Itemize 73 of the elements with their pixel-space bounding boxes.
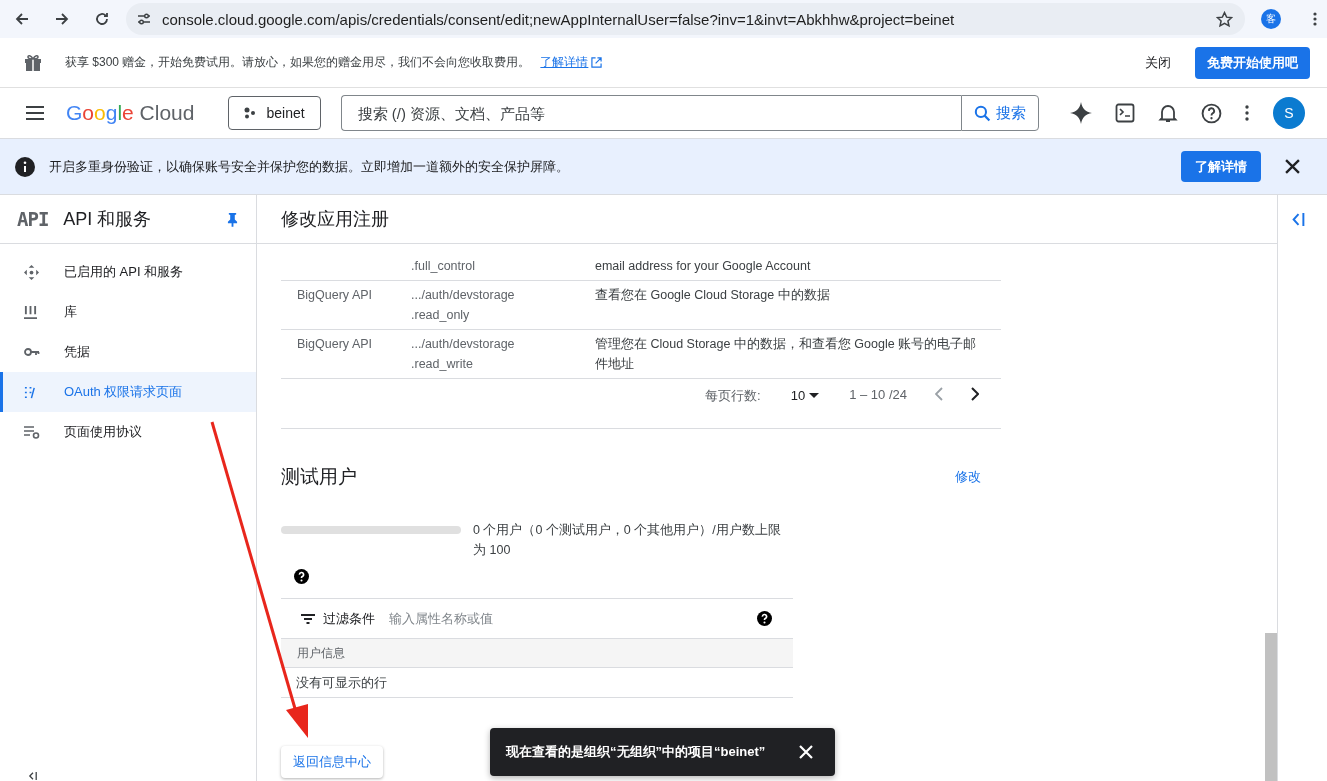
api-logo: API [17, 208, 49, 230]
table-cell-text: 查看您在 Google Cloud Storage 中的数据 [595, 287, 831, 304]
terminal-icon[interactable] [1115, 103, 1135, 123]
more-icon[interactable] [1245, 105, 1249, 121]
rows-per-page-select[interactable]: 10 [790, 387, 820, 403]
promo-text: 获享 $300 赠金，开始免费试用。请放心，如果您的赠金用尽，我们不会向您收取费用。 [65, 54, 531, 71]
previous-page-icon[interactable] [935, 387, 943, 401]
back-icon[interactable] [14, 11, 30, 27]
gift-icon [23, 52, 43, 73]
address-bar[interactable]: console.cloud.google.com/apis/credentials/consent/edit;newAppInternalUser=false?inv=1&invt=Abkhhw&project=beinet [126, 3, 1245, 35]
column-header: 用户信息 [297, 644, 345, 662]
info-icon [15, 156, 35, 177]
usage-text: 0 个用户（0 个测试用户，0 个其他用户）/用户数上限为 100 [473, 522, 782, 559]
move-arrows-icon [24, 264, 39, 280]
help-icon[interactable] [757, 611, 772, 626]
menu-icon[interactable] [1313, 11, 1317, 27]
list-settings-icon [24, 425, 40, 439]
sidebar-item[interactable]: 页面使用协议 [0, 412, 256, 452]
sidebar-title: API 和服务 [63, 208, 152, 231]
page-title: 修改应用注册 [281, 208, 389, 231]
table-cell-text: .../auth/devstorage .read_only [411, 287, 516, 324]
collapse-panel-icon[interactable] [1292, 213, 1305, 226]
section-title: 测试用户 [281, 465, 357, 489]
learn-more-link[interactable]: 了解详情 [540, 54, 589, 71]
edit-link[interactable]: 修改 [955, 468, 981, 486]
site-settings-icon [136, 11, 152, 27]
star-icon[interactable] [1216, 10, 1233, 28]
table-cell-text: 管理您在 Cloud Storage 中的数据，和查看您 Google 账号的电子邮件地址 [595, 336, 978, 373]
free-trial-button[interactable]: 免费开始使用吧 [1195, 46, 1310, 79]
reload-icon[interactable] [94, 11, 110, 27]
search-button[interactable]: 搜索 [960, 95, 1039, 131]
search-field[interactable]: 搜索 (/) 资源、文档、产品等 [340, 95, 961, 131]
sparkle-icon[interactable] [1070, 102, 1092, 124]
back-to-dashboard-button[interactable]: 返回信息中心 [281, 746, 383, 778]
scrollbar[interactable] [1265, 633, 1277, 781]
filter-label: 过滤条件 [323, 609, 375, 628]
close-icon[interactable] [1285, 159, 1300, 174]
learn-more-button[interactable]: 了解详情 [1181, 151, 1261, 182]
dots-icon [243, 106, 258, 120]
grid-icon [24, 305, 37, 319]
toast-message: 现在查看的是组织“无组织”中的项目“beinet” [506, 743, 766, 761]
help-icon[interactable] [1201, 102, 1222, 124]
table-cell-text: BigQuery API [296, 287, 374, 304]
help-icon[interactable] [294, 569, 309, 584]
page-range: 1 – 10 /24 [849, 387, 907, 402]
sidebar-item[interactable]: OAuth 权限请求页面 [0, 372, 256, 412]
external-link-icon [591, 57, 603, 68]
menu-icon[interactable] [26, 106, 44, 120]
filter-icon [301, 613, 315, 624]
key-icon [24, 347, 40, 357]
pin-icon[interactable] [227, 211, 238, 227]
dropdown-icon [809, 392, 820, 398]
empty-message: 没有可显示的行 [296, 673, 387, 692]
table-cell-text: email address for your Google Account [595, 258, 812, 275]
sidebar-item[interactable]: 库 [0, 292, 256, 332]
forward-icon[interactable] [54, 11, 70, 27]
bell-icon[interactable] [1158, 103, 1178, 123]
google-cloud-logo[interactable]: Google Cloud [66, 101, 195, 125]
rows-per-page-label: 每页行数: [705, 387, 761, 405]
table-cell-text: .full_control [411, 258, 476, 275]
sidebar-item[interactable]: 凭据 [0, 332, 256, 372]
account-avatar[interactable]: S [1273, 97, 1305, 129]
search-icon [973, 104, 991, 122]
dismiss-button[interactable]: 关闭 [1139, 52, 1177, 73]
table-cell-text: .../auth/devstorage .read_write [411, 336, 516, 373]
security-notice-text: 开启多重身份验证，以确保账号安全并保护您的数据。立即增加一道额外的安全保护屏障。 [49, 157, 569, 176]
profile-avatar[interactable]: 客 [1261, 9, 1281, 29]
next-page-icon[interactable] [971, 387, 979, 401]
sidebar-item[interactable]: 已启用的 API 和服务 [0, 252, 256, 292]
table-cell-text: BigQuery API [296, 336, 374, 353]
project-picker[interactable]: beinet [228, 96, 321, 130]
consent-icon [24, 385, 37, 399]
collapse-icon[interactable] [27, 772, 39, 780]
